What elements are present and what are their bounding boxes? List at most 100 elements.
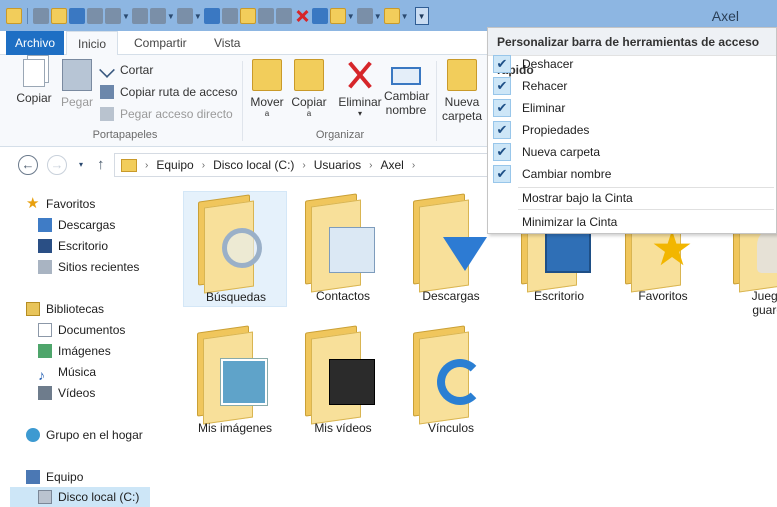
clipboard-icon xyxy=(62,59,92,91)
move-folder-icon xyxy=(252,59,282,91)
copy-to-button[interactable]: Copiar a xyxy=(287,59,331,119)
menu-separator xyxy=(518,209,774,210)
chevron-down-icon[interactable]: ▼ xyxy=(347,12,355,21)
menu-item-deshacer[interactable]: ✔ Deshacer xyxy=(488,53,776,75)
details-icon[interactable] xyxy=(221,8,238,24)
address-bar[interactable]: › Equipo › Disco local (C:) › Usuarios ›… xyxy=(114,153,494,177)
folder-mis-imagenes[interactable]: Mis imágenes xyxy=(183,323,287,439)
nav-desktop[interactable]: Escritorio xyxy=(38,236,108,256)
nav-music[interactable]: ♪ Música xyxy=(38,362,97,383)
breadcrumb-axel[interactable]: Axel xyxy=(380,158,403,172)
chevron-down-icon[interactable]: ▼ xyxy=(401,12,409,21)
forward-button[interactable]: → xyxy=(47,155,67,175)
back-button[interactable]: ← xyxy=(18,155,38,175)
nav-documents[interactable]: Documentos xyxy=(38,320,125,340)
chevron-right-icon[interactable]: › xyxy=(369,160,372,171)
videos-icon xyxy=(38,386,52,400)
folder-mis-videos[interactable]: Mis vídeos xyxy=(291,323,395,439)
nav-favorites[interactable]: ★ Favoritos xyxy=(26,194,95,214)
nav-music-label: Música xyxy=(58,365,97,379)
chevron-down-icon: ▾ xyxy=(357,109,362,118)
folder-vinculos[interactable]: Vínculos xyxy=(399,323,503,439)
folder-busquedas[interactable]: Búsquedas xyxy=(183,191,287,307)
paste-shortcut-button[interactable]: Pegar acceso directo xyxy=(100,104,233,124)
open-folder-icon[interactable] xyxy=(383,8,400,24)
view-options-icon[interactable] xyxy=(105,8,121,24)
copy-path-button[interactable]: Copiar ruta de acceso xyxy=(100,82,237,102)
rename-button[interactable]: Cambiar nombre xyxy=(384,59,429,117)
folder-contactos[interactable]: Contactos xyxy=(291,191,395,307)
nav-recent[interactable]: Sitios recientes xyxy=(38,257,139,277)
links-folder-icon xyxy=(437,359,483,405)
tab-inicio[interactable]: Inicio xyxy=(66,31,118,56)
new-folder-icon[interactable] xyxy=(51,8,67,24)
nav-local-disk[interactable]: Disco local (C:) xyxy=(10,487,150,507)
chevron-right-icon[interactable]: › xyxy=(202,160,205,171)
nav-libraries[interactable]: Bibliotecas xyxy=(26,299,104,319)
menu-item-propiedades[interactable]: ✔ Propiedades xyxy=(488,119,776,141)
nav-downloads[interactable]: Descargas xyxy=(38,215,115,235)
copy-button[interactable]: Copiar xyxy=(12,59,56,105)
move-to-button[interactable]: Mover a xyxy=(245,59,289,119)
move-to-sub: a xyxy=(264,109,270,118)
nav-computer[interactable]: Equipo xyxy=(26,467,83,487)
tab-compartir[interactable]: Compartir xyxy=(124,31,197,55)
folder-label: Escritorio xyxy=(533,289,584,303)
folder-icon[interactable] xyxy=(6,8,22,24)
folder-label: Vínculos xyxy=(427,421,475,435)
layout-pane-icon[interactable] xyxy=(131,8,148,24)
redo-icon[interactable] xyxy=(87,8,103,24)
copy-to-icon[interactable] xyxy=(176,8,193,24)
path-icon xyxy=(100,85,114,99)
move-to-icon[interactable] xyxy=(329,8,346,24)
copy-to-label: Copiar xyxy=(291,95,327,109)
menu-item-mostrar-bajo-cinta[interactable]: Mostrar bajo la Cinta xyxy=(488,187,776,209)
up-button[interactable]: ↑ xyxy=(97,156,105,173)
menu-item-eliminar[interactable]: ✔ Eliminar xyxy=(488,97,776,119)
customize-qat-button[interactable]: ▼ xyxy=(414,7,429,25)
breadcrumb-usuarios[interactable]: Usuarios xyxy=(314,158,361,172)
computer-icon xyxy=(26,470,40,484)
nav-favorites-label: Favoritos xyxy=(46,197,96,211)
rename-icon[interactable] xyxy=(311,8,328,24)
properties-icon[interactable] xyxy=(33,8,49,24)
chevron-right-icon[interactable]: › xyxy=(302,160,305,171)
recent-locations-icon[interactable]: ▾ xyxy=(79,160,83,169)
nav-videos[interactable]: Vídeos xyxy=(38,383,95,403)
menu-item-minimizar-cinta[interactable]: Minimizar la Cinta xyxy=(488,211,776,233)
chevron-down-icon[interactable]: ▼ xyxy=(167,12,175,21)
cut-button[interactable]: Cortar xyxy=(99,60,153,80)
breadcrumb-disco-local[interactable]: Disco local (C:) xyxy=(213,158,294,172)
folder-label: Mis vídeos xyxy=(314,421,372,435)
folder-label: Favoritos xyxy=(638,289,688,303)
menu-item-cambiar-nombre[interactable]: ✔ Cambiar nombre xyxy=(488,163,776,185)
nav-homegroup[interactable]: Grupo en el hogar xyxy=(26,425,143,445)
menu-item-rehacer[interactable]: ✔ Rehacer xyxy=(488,75,776,97)
undo-icon[interactable] xyxy=(69,8,85,24)
print-icon[interactable] xyxy=(275,8,292,24)
window-title: Axel xyxy=(711,8,739,24)
chevron-right-icon[interactable]: › xyxy=(412,160,415,171)
copy-path-icon[interactable] xyxy=(356,8,373,24)
nav-homegroup-label: Grupo en el hogar xyxy=(46,428,143,442)
chevron-down-icon[interactable]: ▼ xyxy=(374,12,382,21)
check-icon: ✔ xyxy=(493,77,511,95)
nav-pictures[interactable]: Imágenes xyxy=(38,341,111,361)
large-icons-icon[interactable] xyxy=(203,8,220,24)
tab-archivo[interactable]: Archivo xyxy=(6,31,64,55)
move-to-label: Mover xyxy=(250,95,284,109)
delete-button[interactable]: Eliminar ▾ xyxy=(338,59,382,119)
chevron-down-icon[interactable]: ▼ xyxy=(194,12,202,21)
checkbox-select-icon[interactable] xyxy=(149,8,166,24)
check-mark-icon[interactable] xyxy=(257,8,274,24)
delete-icon[interactable] xyxy=(294,8,310,24)
new-folder-button[interactable]: Nueva carpeta xyxy=(440,59,484,123)
chevron-right-icon[interactable]: › xyxy=(145,160,148,171)
breadcrumb-equipo[interactable]: Equipo xyxy=(156,158,193,172)
tab-vista[interactable]: Vista xyxy=(204,31,250,55)
menu-item-nueva-carpeta[interactable]: ✔ Nueva carpeta xyxy=(488,141,776,163)
check-icon: ✔ xyxy=(493,165,511,183)
folder-open-icon[interactable] xyxy=(239,8,256,24)
paste-button[interactable]: Pegar xyxy=(55,59,99,109)
chevron-down-icon[interactable]: ▼ xyxy=(122,12,130,21)
